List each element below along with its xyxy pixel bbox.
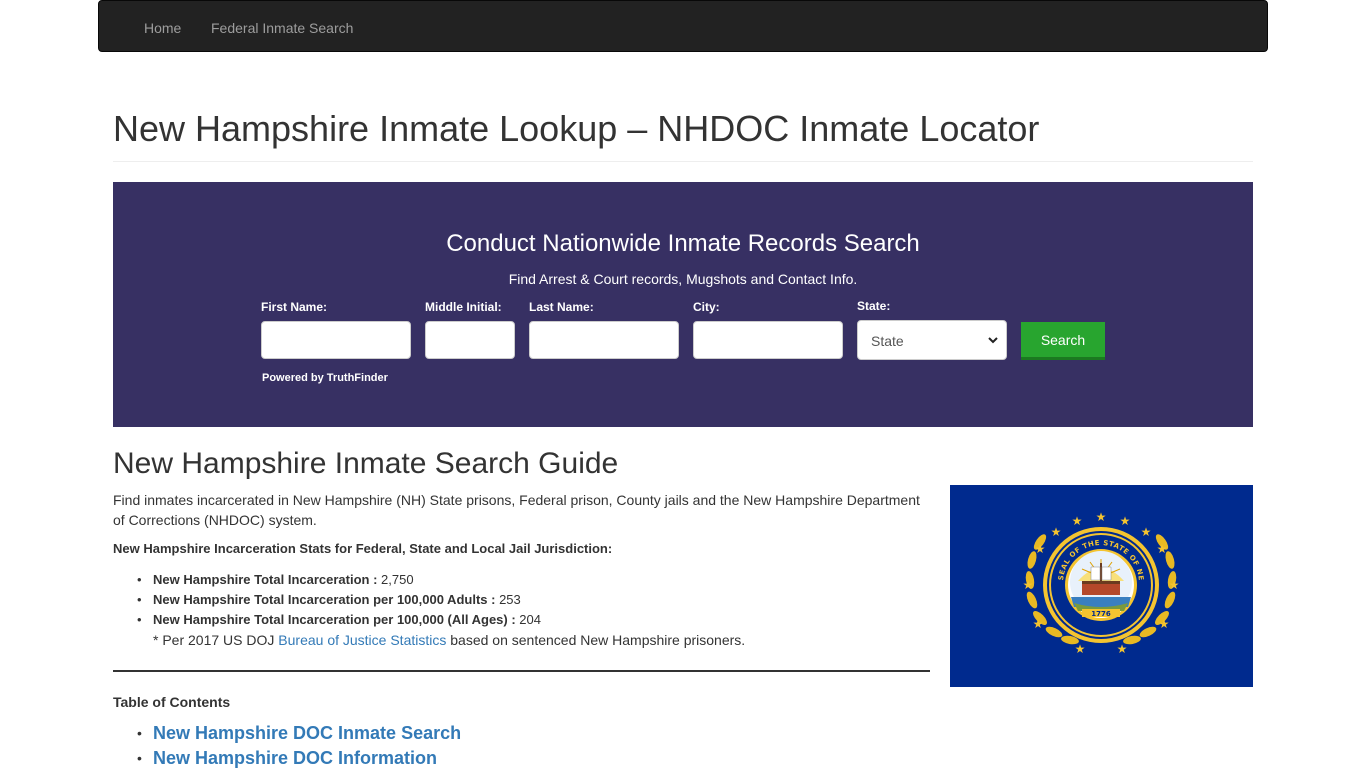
nav-federal-inmate-search-link[interactable]: Federal Inmate Search	[211, 18, 353, 38]
svg-text:★: ★	[1075, 642, 1086, 656]
toc-list: New Hampshire DOC Inmate Search New Hamp…	[113, 721, 461, 771]
state-label: State:	[857, 299, 891, 313]
inmate-search-widget: Conduct Nationwide Inmate Records Search…	[113, 182, 1253, 427]
guide-title: New Hampshire Inmate Search Guide	[113, 447, 619, 480]
svg-text:★: ★	[1051, 525, 1062, 539]
state-seal-icon: ★ ★ ★ ★ ★ ★ ★ ★ ★ ★ ★ ★ ★ SEAL OF THE ST…	[950, 485, 1180, 656]
stat-label: New Hampshire Total Incarceration :	[153, 572, 378, 587]
powered-by-text: Powered by TruthFinder	[262, 372, 388, 384]
middle-initial-input[interactable]	[425, 321, 515, 359]
city-label: City:	[693, 300, 720, 314]
stat-label: New Hampshire Total Incarceration per 10…	[153, 592, 496, 607]
guide-intro: Find inmates incarcerated in New Hampshi…	[113, 492, 920, 528]
footnote-suffix: based on sentenced New Hampshire prisone…	[446, 632, 746, 648]
stat-label: New Hampshire Total Incarceration per 10…	[153, 612, 516, 627]
svg-text:★: ★	[1157, 542, 1168, 556]
stat-item: New Hampshire Total Incarceration : 2,75…	[113, 570, 928, 590]
search-widget-title: Conduct Nationwide Inmate Records Search	[446, 230, 920, 257]
first-name-input[interactable]	[261, 321, 411, 359]
stats-heading: New Hampshire Incarceration Stats for Fe…	[113, 541, 613, 556]
search-widget-subtitle: Find Arrest & Court records, Mugshots an…	[508, 271, 858, 287]
title-divider	[113, 161, 1253, 162]
svg-text:★: ★	[1096, 510, 1107, 524]
page-title: New Hampshire Inmate Lookup – NHDOC Inma…	[113, 108, 1040, 149]
stat-value: 2,750	[377, 572, 414, 587]
top-navbar: Home Federal Inmate Search	[98, 0, 1268, 52]
middle-initial-label: Middle Initial:	[425, 300, 502, 314]
svg-text:★: ★	[1117, 642, 1128, 656]
new-hampshire-flag-image: ★ ★ ★ ★ ★ ★ ★ ★ ★ ★ ★ ★ ★ SEAL OF THE ST…	[950, 485, 1253, 687]
city-input[interactable]	[693, 321, 843, 359]
svg-text:★: ★	[1033, 617, 1044, 631]
nav-home-link[interactable]: Home	[144, 18, 181, 38]
svg-text:★: ★	[1023, 578, 1034, 592]
svg-text:★: ★	[1035, 542, 1046, 556]
toc-link-doc-inmate-search[interactable]: New Hampshire DOC Inmate Search	[153, 723, 461, 743]
stat-item: New Hampshire Total Incarceration per 10…	[113, 590, 928, 610]
svg-text:★: ★	[1120, 514, 1131, 528]
stats-list: New Hampshire Total Incarceration : 2,75…	[113, 570, 928, 630]
chevron-down-icon	[988, 337, 998, 344]
svg-text:★: ★	[1169, 578, 1180, 592]
state-select-value: State	[871, 333, 904, 349]
last-name-input[interactable]	[529, 321, 679, 359]
footnote-prefix: * Per 2017 US DOJ	[153, 632, 279, 648]
state-select[interactable]: State	[857, 320, 1007, 360]
svg-text:★: ★	[1072, 514, 1083, 528]
stat-value: 253	[495, 592, 521, 607]
stats-footnote: * Per 2017 US DOJ Bureau of Justice Stat…	[153, 630, 745, 650]
stat-item: New Hampshire Total Incarceration per 10…	[113, 610, 928, 630]
section-divider	[113, 670, 930, 672]
svg-text:★: ★	[1141, 525, 1152, 539]
search-button[interactable]: Search	[1021, 322, 1105, 360]
last-name-label: Last Name:	[529, 300, 594, 314]
toc-title: Table of Contents	[113, 694, 231, 710]
svg-text:★: ★	[1159, 617, 1170, 631]
stat-value: 204	[515, 612, 541, 627]
bjs-link[interactable]: Bureau of Justice Statistics	[278, 632, 446, 648]
toc-link-doc-information[interactable]: New Hampshire DOC Information	[153, 748, 437, 768]
toc-item: New Hampshire DOC Information	[113, 746, 461, 771]
first-name-label: First Name:	[261, 300, 328, 314]
svg-text:1776: 1776	[1091, 610, 1111, 618]
toc-item: New Hampshire DOC Inmate Search	[113, 721, 461, 746]
